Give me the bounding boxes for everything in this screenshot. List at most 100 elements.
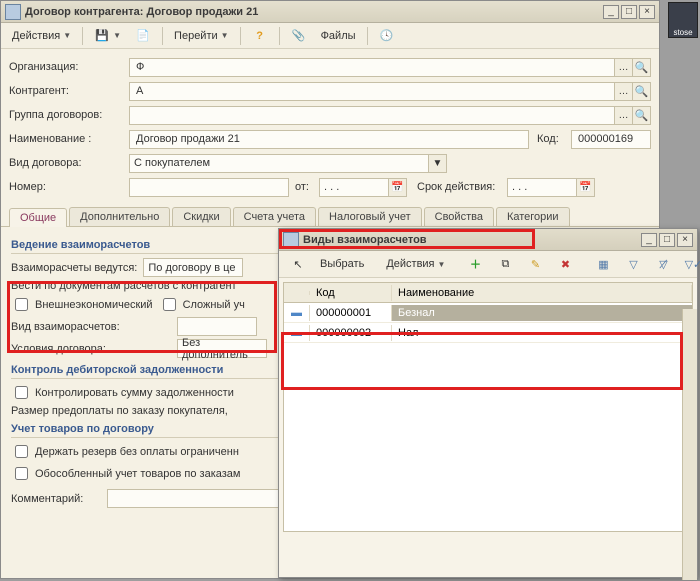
floppy-icon: 💾 xyxy=(94,28,110,44)
name-label: Наименование : xyxy=(9,133,129,145)
tab-additional[interactable]: Дополнительно xyxy=(69,207,170,226)
settle-mode-select[interactable]: По договору в це xyxy=(143,258,243,277)
date-from-field[interactable]: . . . xyxy=(319,178,389,197)
chk-separate[interactable]: Обособленный учет товаров по заказам xyxy=(11,464,240,483)
name-field[interactable] xyxy=(129,130,529,149)
tab-categories[interactable]: Категории xyxy=(496,207,570,226)
external-logo: stose xyxy=(668,2,698,38)
files-menu[interactable]: Файлы xyxy=(316,27,361,45)
maximize-button[interactable]: □ xyxy=(621,5,637,19)
child-titlebar[interactable]: Виды взаиморасчетов _ □ × xyxy=(279,229,697,251)
history-button[interactable]: 🕓 xyxy=(374,25,400,47)
pencil-icon: ✎ xyxy=(527,256,543,272)
filter-button[interactable]: ▦ xyxy=(590,253,616,275)
settlement-type-field[interactable] xyxy=(177,317,257,336)
conditions-field[interactable]: Без дополнитель xyxy=(177,339,267,358)
list-row[interactable]: ▬ 000000002 Нал xyxy=(284,323,692,343)
code-label: Код: xyxy=(537,133,571,145)
add-button[interactable]: ＋ xyxy=(462,253,488,275)
validity-label: Срок действия: xyxy=(417,181,507,193)
contractor-field[interactable] xyxy=(129,82,615,101)
contract-type-select[interactable]: С покупателем xyxy=(129,154,429,173)
window-title: Договор контрагента: Договор продажи 21 xyxy=(25,6,601,18)
child-window-icon xyxy=(283,232,299,248)
chk-reserve[interactable]: Держать резерв без оплаты ограниченн xyxy=(11,442,239,461)
col-code[interactable]: Код xyxy=(310,285,392,301)
row-name: Нал xyxy=(392,325,692,341)
date-from-picker[interactable]: 📅 xyxy=(389,178,407,197)
copy-item-button[interactable]: ⧉ xyxy=(492,253,518,275)
settle-mode-label: Взаиморасчеты ведутся: xyxy=(11,262,137,274)
contract-group-picker[interactable]: … xyxy=(615,106,633,125)
settlement-type-label: Вид взаиморасчетов: xyxy=(11,321,171,333)
from-label: от: xyxy=(295,181,319,193)
tab-general[interactable]: Общие xyxy=(9,208,67,227)
window-icon xyxy=(5,4,21,20)
row-name: Безнал xyxy=(392,305,692,321)
child-close-button[interactable]: × xyxy=(677,233,693,247)
contractor-picker[interactable]: … xyxy=(615,82,633,101)
prepay-label: Размер предоплаты по заказу покупателя, xyxy=(11,405,228,417)
settle-docs-label: Вести по документам расчетов с контраген… xyxy=(11,280,237,292)
child-actions-menu[interactable]: Действия▼ xyxy=(381,255,450,273)
main-titlebar[interactable]: Договор контрагента: Договор продажи 21 … xyxy=(1,1,659,23)
col-name[interactable]: Наименование xyxy=(392,285,692,301)
comment-label: Комментарий: xyxy=(11,493,101,505)
clock-icon: 🕓 xyxy=(379,28,395,44)
funnel-clear-icon: ▽̸ xyxy=(655,256,671,272)
cross-icon: ✖ xyxy=(557,256,573,272)
tab-discounts[interactable]: Скидки xyxy=(172,207,230,226)
edit-button[interactable]: ✎ xyxy=(522,253,548,275)
child-maximize-button[interactable]: □ xyxy=(659,233,675,247)
delete-button[interactable]: ✖ xyxy=(552,253,578,275)
organization-field[interactable] xyxy=(129,58,615,77)
copy-button[interactable]: 📄 xyxy=(130,25,156,47)
filter-b-button[interactable]: ▽̸ xyxy=(650,253,676,275)
minimize-button[interactable]: _ xyxy=(603,5,619,19)
actions-menu[interactable]: Действия▼ xyxy=(7,27,76,45)
list-row[interactable]: ▬ 000000001 Безнал xyxy=(284,303,692,323)
help-icon: ? xyxy=(252,28,268,44)
validity-picker[interactable]: 📅 xyxy=(577,178,595,197)
scrollbar[interactable] xyxy=(682,309,697,580)
child-minimize-button[interactable]: _ xyxy=(641,233,657,247)
tab-properties[interactable]: Свойства xyxy=(424,207,494,226)
col-handle xyxy=(284,291,310,295)
go-menu[interactable]: Перейти▼ xyxy=(169,27,234,45)
contractor-search[interactable]: 🔍 xyxy=(633,82,651,101)
conditions-label: Условия договора: xyxy=(11,343,171,355)
chk-complex[interactable]: Сложный уч xyxy=(159,295,245,314)
organization-picker[interactable]: … xyxy=(615,58,633,77)
filter-a-button[interactable]: ▽ xyxy=(620,253,646,275)
tabs: Общие Дополнительно Скидки Счета учета Н… xyxy=(1,201,659,227)
funnel-set-icon: ▽✓ xyxy=(685,256,700,272)
contract-group-search[interactable]: 🔍 xyxy=(633,106,651,125)
child-toolbar: ↖ Выбрать Действия▼ ＋ ⧉ ✎ ✖ ▦ ▽ ▽̸ ▽✓ ⟳ … xyxy=(279,251,697,278)
filter-c-button[interactable]: ▽✓ xyxy=(680,253,700,275)
number-field[interactable] xyxy=(129,178,289,197)
filter-icon: ▦ xyxy=(595,256,611,272)
child-window-title: Виды взаиморасчетов xyxy=(303,234,639,246)
save-button[interactable]: 💾▼ xyxy=(89,25,126,47)
paperclip-icon: 📎 xyxy=(291,28,307,44)
code-field[interactable] xyxy=(571,130,651,149)
pointer-button[interactable]: ↖ xyxy=(285,253,311,275)
contract-group-field[interactable] xyxy=(129,106,615,125)
contract-type-dropdown[interactable]: ▼ xyxy=(429,154,447,173)
contract-type-label: Вид договора: xyxy=(9,157,129,169)
validity-field[interactable]: . . . xyxy=(507,178,577,197)
tab-tax[interactable]: Налоговый учет xyxy=(318,207,422,226)
chk-foreign[interactable]: Внешнеэкономический xyxy=(11,295,153,314)
list-table[interactable]: Код Наименование ▬ 000000001 Безнал ▬ 00… xyxy=(283,282,693,532)
funnel-icon: ▽ xyxy=(625,256,641,272)
help-button[interactable]: ? xyxy=(247,25,273,47)
child-window: Виды взаиморасчетов _ □ × ↖ Выбрать Дейс… xyxy=(278,228,698,578)
close-button[interactable]: × xyxy=(639,5,655,19)
tab-accounts[interactable]: Счета учета xyxy=(233,207,316,226)
form-area: Организация: … 🔍 Контрагент: … 🔍 Группа … xyxy=(1,49,659,197)
list-rows: ▬ 000000001 Безнал ▬ 000000002 Нал xyxy=(284,303,692,531)
select-button[interactable]: Выбрать xyxy=(315,255,369,273)
attach-button[interactable]: 📎 xyxy=(286,25,312,47)
organization-search[interactable]: 🔍 xyxy=(633,58,651,77)
chk-control-debt[interactable]: Контролировать сумму задолженности xyxy=(11,383,234,402)
